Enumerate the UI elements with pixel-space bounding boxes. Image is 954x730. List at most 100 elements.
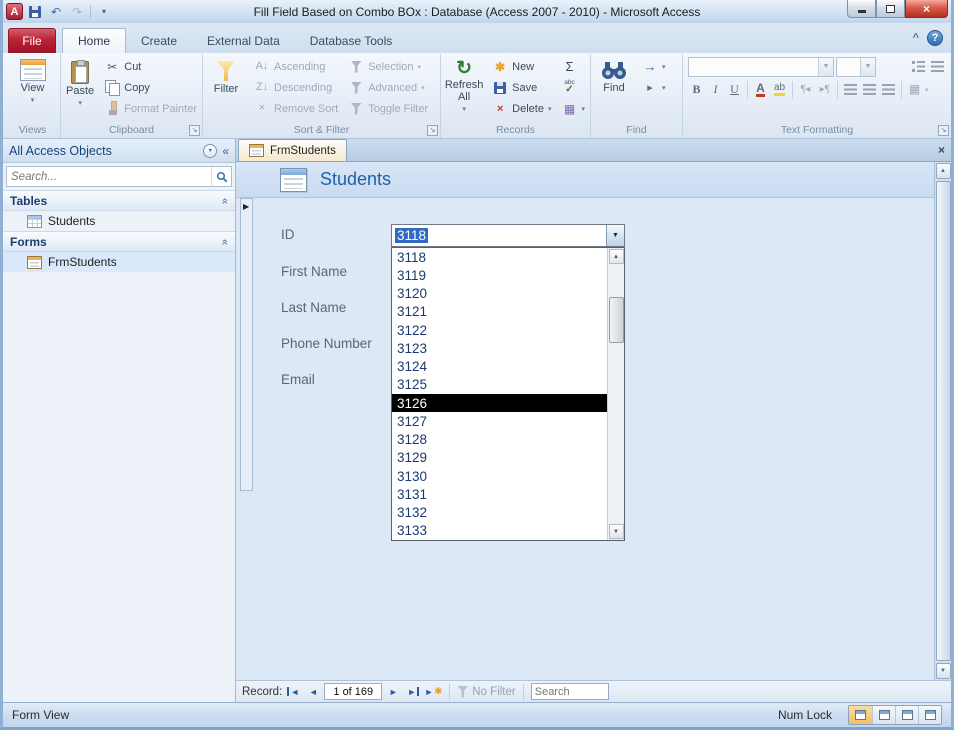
combo-option-selected[interactable]: 3126 xyxy=(392,394,607,413)
next-record-button[interactable]: ► xyxy=(384,683,402,701)
document-scrollbar[interactable]: ▲ ▼ xyxy=(934,162,951,680)
combo-option[interactable]: 3130 xyxy=(392,467,607,485)
document-scroll-down-icon[interactable]: ▼ xyxy=(935,663,951,679)
nav-item-students-table[interactable]: Students xyxy=(3,211,235,231)
font-color-button[interactable]: A xyxy=(752,80,769,99)
combo-option[interactable]: 3128 xyxy=(392,431,607,449)
highlight-button[interactable]: ab xyxy=(771,80,788,99)
search-icon[interactable] xyxy=(211,167,231,186)
tab-file[interactable]: File xyxy=(8,28,56,53)
new-record-button[interactable]: ✱ New xyxy=(488,56,555,77)
shutter-bar-collapse-icon[interactable]: « xyxy=(222,144,229,158)
document-tab-frmstudents[interactable]: FrmStudents xyxy=(238,139,347,161)
save-quick-button[interactable] xyxy=(26,3,44,21)
id-combo-box[interactable]: 3118 ▼ xyxy=(391,224,625,247)
access-logo-icon[interactable]: A xyxy=(6,3,23,20)
ltr-button[interactable]: ¶◂ xyxy=(797,80,814,99)
filter-button[interactable]: Filter xyxy=(204,55,248,119)
ascending-button[interactable]: A↓ Ascending xyxy=(250,56,342,77)
datasheet-view-button[interactable] xyxy=(872,706,895,724)
pane-menu-icon[interactable]: ▾ xyxy=(203,143,218,158)
layout-view-button[interactable] xyxy=(895,706,918,724)
selection-button[interactable]: Selection ▾ xyxy=(344,56,432,77)
combo-option[interactable]: 3129 xyxy=(392,449,607,467)
bold-button[interactable]: B xyxy=(688,80,705,99)
more-button[interactable]: ▦ ▾ xyxy=(557,98,589,119)
refresh-all-button[interactable]: ↻ Refresh All ▾ xyxy=(442,55,486,119)
collapse-ribbon-button[interactable]: ^ xyxy=(913,32,919,44)
combo-option[interactable]: 3124 xyxy=(392,358,607,376)
format-painter-button[interactable]: Format Painter xyxy=(100,98,201,119)
document-close-icon[interactable]: × xyxy=(938,143,945,157)
paste-button[interactable]: Paste ▾ xyxy=(62,55,98,119)
form-view-button[interactable] xyxy=(849,706,872,724)
dropdown-scrollbar[interactable]: ▲ ▼ xyxy=(607,248,624,540)
advanced-button[interactable]: Advanced ▾ xyxy=(344,77,432,98)
record-position-box[interactable] xyxy=(324,683,383,700)
combo-option[interactable]: 3133 xyxy=(392,522,607,540)
align-right-button[interactable] xyxy=(880,80,897,99)
document-scroll-thumb[interactable] xyxy=(935,181,951,661)
goto-button[interactable]: → ▾ xyxy=(638,56,670,77)
tab-home[interactable]: Home xyxy=(62,28,127,53)
dropdown-scroll-thumb[interactable] xyxy=(608,297,624,343)
numbering-button[interactable] xyxy=(929,57,946,76)
help-button[interactable]: ? xyxy=(927,30,943,46)
view-button[interactable]: View ▾ xyxy=(9,55,57,119)
close-button[interactable]: × xyxy=(905,0,948,18)
navigation-search-input[interactable] xyxy=(7,170,211,183)
navigation-pane-header[interactable]: All Access Objects ▾ « xyxy=(3,139,235,163)
section-header-forms[interactable]: Forms » xyxy=(3,231,235,252)
remove-sort-button[interactable]: × Remove Sort xyxy=(250,98,342,119)
minimize-button[interactable] xyxy=(847,0,876,18)
document-scroll-up-icon[interactable]: ▲ xyxy=(935,163,951,179)
underline-button[interactable]: U xyxy=(726,80,743,99)
previous-record-button[interactable]: ◄ xyxy=(304,683,322,701)
rtl-button[interactable]: ▸¶ xyxy=(816,80,833,99)
combo-option[interactable]: 3125 xyxy=(392,376,607,394)
spelling-button[interactable]: abc ✓ xyxy=(557,77,589,98)
dropdown-scroll-up-icon[interactable]: ▲ xyxy=(608,249,624,264)
combo-option[interactable]: 3120 xyxy=(392,285,607,303)
last-record-button[interactable]: ► xyxy=(404,683,422,701)
italic-button[interactable]: I xyxy=(707,80,724,99)
redo-button[interactable]: ↷ xyxy=(68,3,86,21)
font-name-combo[interactable]: ▼ xyxy=(688,56,834,77)
maximize-button[interactable] xyxy=(876,0,905,18)
combo-option[interactable]: 3122 xyxy=(392,321,607,339)
qat-customize-button[interactable]: ▾ xyxy=(95,3,113,21)
combo-option[interactable]: 3127 xyxy=(392,412,607,430)
undo-button[interactable]: ↶ xyxy=(47,3,65,21)
align-center-button[interactable] xyxy=(861,80,878,99)
copy-button[interactable]: Copy xyxy=(100,77,201,98)
design-view-button[interactable] xyxy=(918,706,941,724)
tab-create[interactable]: Create xyxy=(126,28,192,53)
combo-option[interactable]: 3119 xyxy=(392,266,607,284)
totals-button[interactable]: Σ xyxy=(557,56,589,77)
record-search-input[interactable] xyxy=(530,683,609,700)
section-header-tables[interactable]: Tables » xyxy=(3,190,235,211)
tab-database-tools[interactable]: Database Tools xyxy=(295,28,408,53)
find-button[interactable]: Find xyxy=(592,55,636,119)
first-record-button[interactable]: ◄ xyxy=(284,683,302,701)
tab-external-data[interactable]: External Data xyxy=(192,28,295,53)
save-record-button[interactable]: Save xyxy=(488,77,555,98)
font-size-combo[interactable]: ▼ xyxy=(836,56,876,77)
align-left-button[interactable] xyxy=(842,80,859,99)
no-filter-button[interactable]: No Filter xyxy=(457,685,516,698)
combo-option[interactable]: 3121 xyxy=(392,303,607,321)
bullets-button[interactable] xyxy=(910,57,927,76)
text-formatting-dialog-launcher[interactable]: ↘ xyxy=(938,125,949,136)
toggle-filter-button[interactable]: Toggle Filter xyxy=(344,98,432,119)
combo-dropdown-button[interactable]: ▼ xyxy=(606,225,624,246)
gridlines-button[interactable]: ▦ xyxy=(906,80,923,99)
descending-button[interactable]: Z↓ Descending xyxy=(250,77,342,98)
select-button[interactable]: ▸ ▾ xyxy=(638,77,670,98)
clipboard-dialog-launcher[interactable]: ↘ xyxy=(189,125,200,136)
nav-item-frmstudents-form[interactable]: FrmStudents xyxy=(3,252,235,272)
record-selector-bar[interactable]: ▶ xyxy=(240,198,253,491)
new-record-nav-button[interactable]: ► ✱ xyxy=(424,683,442,701)
delete-record-button[interactable]: × Delete ▾ xyxy=(488,98,555,119)
cut-button[interactable]: ✂ Cut xyxy=(100,56,201,77)
dropdown-scroll-down-icon[interactable]: ▼ xyxy=(608,524,624,539)
